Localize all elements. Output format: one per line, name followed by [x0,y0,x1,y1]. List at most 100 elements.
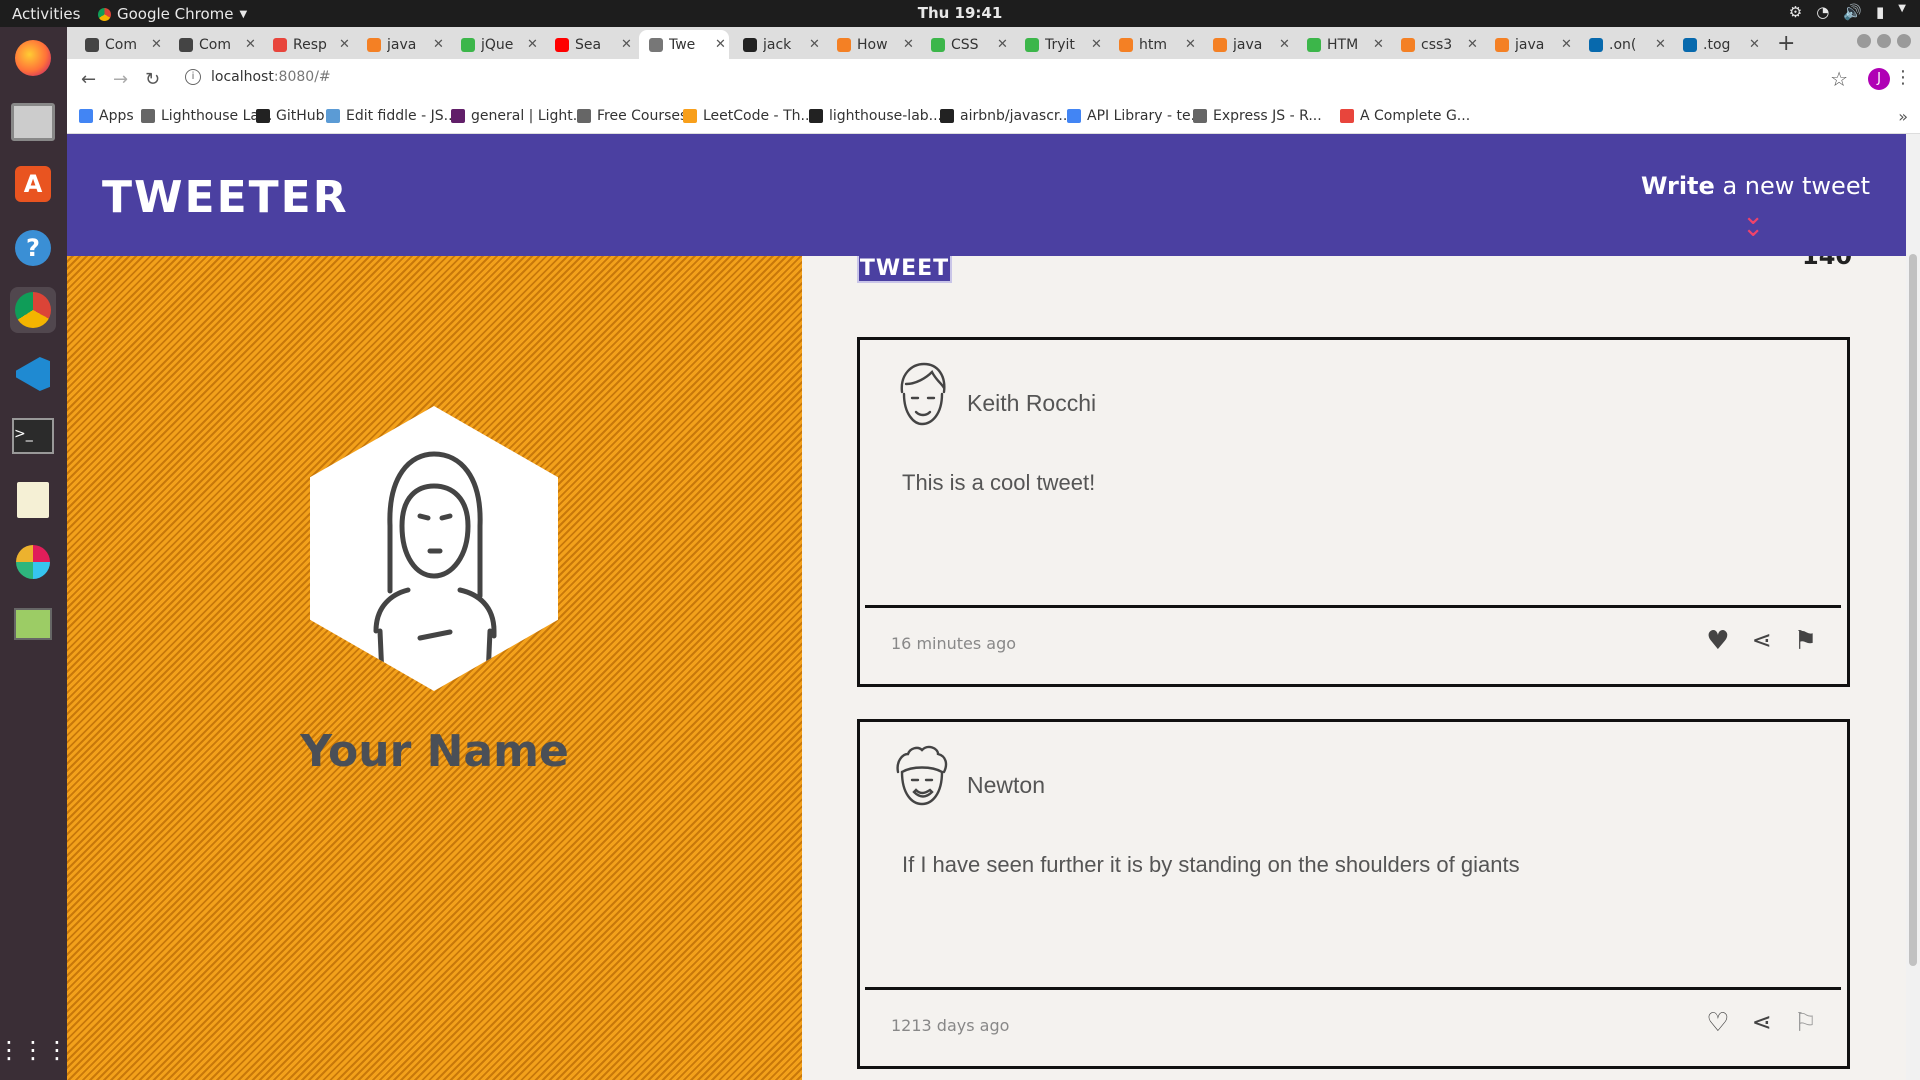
close-icon[interactable]: ✕ [1561,37,1572,52]
bookmark-item[interactable]: Edit fiddle - JS... [326,108,457,124]
browser-tab[interactable]: jQue ✕ [451,30,541,59]
heart-icon[interactable]: ♥ [1706,626,1729,656]
close-icon[interactable]: ✕ [433,37,444,52]
browser-tab[interactable]: .on(✕ [1579,30,1669,59]
browser-tab[interactable]: Com ✕ [75,30,165,59]
chevron-down-icon[interactable]: ▼ [1898,3,1906,21]
bookmark-item[interactable]: Free Courses [577,108,687,124]
bookmark-favicon-icon [141,109,155,123]
tweet-actions: ♡ ⋖ ⚐ [1706,1008,1817,1038]
chevron-right-icon[interactable]: » [1898,107,1908,126]
flag-outline-icon[interactable]: ⚐ [1794,1008,1817,1038]
flag-icon[interactable]: ⚑ [1794,626,1817,656]
address-bar[interactable]: i localhost:8080/# [185,69,331,85]
site-logo[interactable]: TWEETER [102,172,349,223]
bookmark-item[interactable]: Express JS - R... [1193,108,1322,124]
bookmark-item[interactable]: LeetCode - Th... [683,108,814,124]
close-icon[interactable]: ✕ [151,37,162,52]
close-icon[interactable]: ✕ [245,37,256,52]
close-icon[interactable]: ✕ [1091,37,1102,52]
share-icon[interactable]: ⋖ [1752,1008,1772,1038]
bookmark-item[interactable]: API Library - te... [1067,108,1204,124]
close-icon[interactable]: ✕ [527,37,538,52]
browser-tab[interactable]: Sea ✕ [545,30,635,59]
back-icon[interactable]: ← [81,69,96,90]
close-icon[interactable] [1897,34,1911,48]
bookmark-item[interactable]: GitHub [256,108,325,124]
maximize-icon[interactable] [1877,34,1891,48]
help-icon[interactable]: ? [10,225,56,271]
close-icon[interactable]: ✕ [1655,37,1666,52]
url-host: localhost [211,69,274,85]
close-icon[interactable]: ✕ [1185,37,1196,52]
wifi-icon[interactable]: ◔ [1816,3,1829,21]
bookmark-item[interactable]: general | Light... [451,108,586,124]
close-icon[interactable]: ✕ [903,37,914,52]
scrollbar-thumb[interactable] [1909,254,1917,966]
slack-icon[interactable] [10,539,56,585]
heart-outline-icon[interactable]: ♡ [1706,1008,1729,1038]
browser-tab[interactable]: css3 ✕ [1391,30,1481,59]
browser-tab[interactable]: java ✕ [1203,30,1293,59]
page-scrollbar[interactable] [1906,134,1920,1080]
text-editor-icon[interactable] [10,477,56,523]
bookmark-star-icon[interactable]: ☆ [1830,67,1848,91]
profile-avatar[interactable]: J [1868,68,1890,90]
compose-toggle[interactable]: Write a new tweet [1641,172,1870,200]
browser-tab[interactable]: How ✕ [827,30,917,59]
minimize-icon[interactable] [1857,34,1871,48]
app-menu[interactable]: Google Chrome ▼ [98,5,247,23]
close-icon[interactable]: ✕ [1467,37,1478,52]
new-tab-icon[interactable]: + [1777,31,1795,56]
browser-tab[interactable]: Tryit ✕ [1015,30,1105,59]
accessibility-icon[interactable]: ⚙ [1789,3,1802,21]
close-icon[interactable]: ✕ [1373,37,1384,52]
forward-icon[interactable]: → [113,69,128,90]
close-icon[interactable]: ✕ [997,37,1008,52]
browser-tab[interactable]: .tog ✕ [1673,30,1763,59]
double-chevron-down-icon[interactable]: ⌄ ⌄ [1742,203,1764,241]
browser-tab[interactable]: jack ✕ [733,30,823,59]
battery-icon[interactable]: ▮ [1876,3,1884,21]
clock[interactable]: Thu 19:41 [918,4,1003,22]
close-icon[interactable]: ✕ [1279,37,1290,52]
bookmark-item[interactable]: A Complete G... [1340,108,1470,124]
close-icon[interactable]: ✕ [339,37,350,52]
software-center-icon[interactable]: A [10,161,56,207]
tweet-submit-button[interactable]: TWEET [857,254,952,283]
browser-tab[interactable]: java ✕ [357,30,447,59]
vscode-icon[interactable] [10,351,56,397]
close-icon[interactable]: ✕ [621,37,632,52]
activities-button[interactable]: Activities [12,5,80,23]
browser-tab[interactable]: Resp ✕ [263,30,353,59]
firefox-icon[interactable] [10,35,56,81]
browser-tab[interactable]: java ✕ [1485,30,1575,59]
bookmark-item[interactable]: Lighthouse La... [141,108,272,124]
terminal-icon[interactable]: >_ [10,413,56,459]
close-icon[interactable]: ✕ [809,37,820,52]
chrome-icon[interactable] [10,287,56,333]
tweet-text: If I have seen further it is by standing… [902,852,1520,877]
bookmark-item[interactable]: airbnb/javascr... [940,108,1072,124]
volume-icon[interactable]: 🔊 [1843,3,1862,21]
browser-tab[interactable]: htm ✕ [1109,30,1199,59]
window-controls [1857,34,1911,48]
share-icon[interactable]: ⋖ [1752,626,1772,656]
system-tray[interactable]: ⚙ ◔ 🔊 ▮ ▼ [1789,3,1906,21]
files-icon[interactable] [10,99,56,145]
browser-tab[interactable]: HTM ✕ [1297,30,1387,59]
browser-tab[interactable]: CSS ✕ [921,30,1011,59]
bookmark-item[interactable]: Apps [79,108,134,124]
bookmark-favicon-icon [683,109,697,123]
browser-tab[interactable]: Com ✕ [169,30,259,59]
apps-grid-icon[interactable]: ⋮⋮⋮ [0,1027,69,1073]
bookmark-item[interactable]: lighthouse-lab... [809,108,942,124]
close-icon[interactable]: ✕ [1749,37,1760,52]
reload-icon[interactable]: ↻ [145,69,160,90]
info-icon[interactable]: i [185,69,201,85]
tweet-text: This is a cool tweet! [902,470,1096,495]
kebab-menu-icon[interactable]: ⋮ [1894,67,1912,88]
browser-tab[interactable]: Twe ✕ [639,30,729,59]
close-icon[interactable]: ✕ [715,37,726,52]
image-viewer-icon[interactable] [10,601,56,647]
